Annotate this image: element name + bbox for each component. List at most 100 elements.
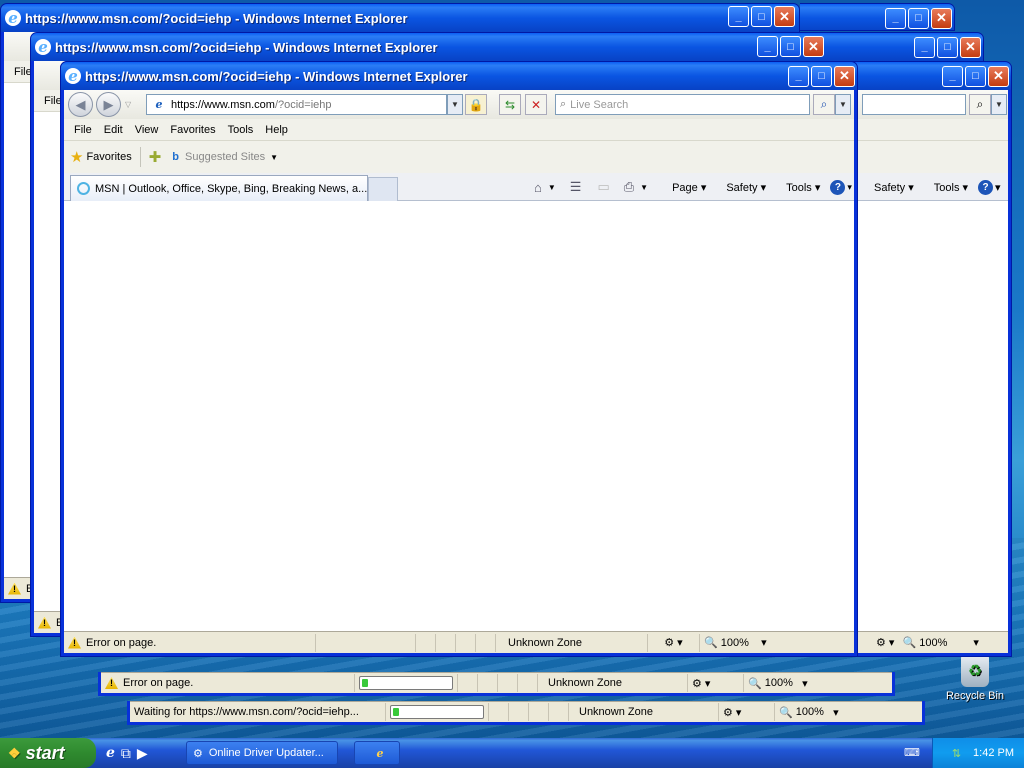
- minimize-button[interactable]: _: [942, 65, 963, 87]
- progress-bar: [359, 676, 453, 690]
- stop-button[interactable]: ✕: [525, 94, 547, 115]
- progress-fill: [362, 679, 368, 687]
- desktop-quicklaunch-icon[interactable]: ⧉: [121, 745, 131, 762]
- maximize-button[interactable]: □: [811, 65, 832, 87]
- suggested-sites-dropdown[interactable]: ▼: [270, 153, 278, 162]
- protected-mode-icon[interactable]: ⚙ ▾: [876, 636, 894, 649]
- new-tab-button[interactable]: [368, 177, 398, 201]
- help-icon[interactable]: ?: [978, 179, 994, 195]
- protected-mode-icon[interactable]: ⚙ ▾: [688, 674, 744, 692]
- address-dropdown[interactable]: ▼: [447, 94, 463, 115]
- loading-icon: [77, 182, 90, 195]
- maximize-button[interactable]: □: [965, 65, 986, 87]
- help-dropdown[interactable]: ▾: [847, 182, 852, 193]
- security-lock-icon[interactable]: 🔒: [465, 94, 487, 115]
- media-player-icon[interactable]: ▶: [137, 745, 148, 762]
- maximize-button[interactable]: □: [780, 36, 801, 57]
- close-button[interactable]: ✕: [960, 36, 981, 58]
- address-bar[interactable]: e https://www.msn.com/?ocid=iehp: [146, 94, 447, 115]
- print-icon[interactable]: ⎙: [624, 179, 634, 195]
- taskbar-task-ie-group[interactable]: e: [354, 741, 400, 765]
- zone-label: Unknown Zone: [496, 633, 648, 652]
- warning-icon[interactable]: !: [8, 582, 21, 595]
- start-button[interactable]: ❖ start: [0, 738, 96, 768]
- maximize-button[interactable]: □: [751, 6, 772, 27]
- zoom-control[interactable]: 🔍 100% ▾: [700, 634, 784, 652]
- recent-pages-dropdown[interactable]: ▽: [125, 100, 131, 109]
- protected-mode-icon[interactable]: ⚙ ▾: [648, 633, 700, 652]
- minimize-button[interactable]: _: [757, 36, 778, 57]
- window-client: ◀ ▶ ▽ e https://www.msn.com/?ocid=iehp ▼…: [64, 90, 854, 653]
- status-text: Error on page.: [86, 636, 157, 649]
- print-dropdown[interactable]: ▼: [640, 183, 648, 192]
- tab-msn[interactable]: MSN | Outlook, Office, Skype, Bing, Brea…: [70, 175, 368, 201]
- close-button[interactable]: ✕: [803, 36, 824, 57]
- menu-edit[interactable]: Edit: [98, 124, 129, 136]
- feeds-icon[interactable]: ☰: [570, 179, 582, 195]
- ie-quicklaunch-icon[interactable]: e: [106, 745, 115, 761]
- maximize-button[interactable]: □: [937, 36, 958, 58]
- clock[interactable]: 1:42 PM: [973, 747, 1014, 759]
- search-options-dropdown[interactable]: ▼: [835, 94, 851, 115]
- tools-menu[interactable]: Tools ▾: [776, 181, 820, 194]
- search-button[interactable]: ⌕: [813, 94, 835, 115]
- menu-view[interactable]: View: [129, 124, 165, 136]
- close-button[interactable]: ✕: [988, 65, 1009, 87]
- search-button[interactable]: ⌕: [969, 94, 991, 115]
- back-button[interactable]: ◀: [68, 92, 93, 117]
- minimize-button[interactable]: _: [728, 6, 749, 27]
- search-input-back[interactable]: [862, 94, 966, 115]
- title-bar[interactable]: e https://www.msn.com/?ocid=iehp - Windo…: [61, 62, 857, 90]
- menu-file[interactable]: File: [68, 124, 98, 136]
- minimize-button[interactable]: _: [885, 7, 906, 29]
- help-icon[interactable]: ?: [830, 179, 846, 195]
- forward-arrow-icon: ▶: [103, 96, 114, 112]
- close-button[interactable]: ✕: [834, 65, 855, 87]
- close-button[interactable]: ✕: [774, 6, 795, 27]
- maximize-button[interactable]: □: [908, 7, 929, 29]
- address-host: www.msn.com: [204, 98, 275, 111]
- warning-icon[interactable]: !: [38, 616, 51, 629]
- keyboard-icon[interactable]: ⌨: [904, 746, 920, 759]
- minimize-button[interactable]: _: [914, 36, 935, 58]
- taskbar: ❖ start e ⧉ ▶ ⚙ Online Driver Updater...…: [0, 738, 1024, 768]
- title-bar[interactable]: e https://www.msn.com/?ocid=iehp - Windo…: [31, 33, 983, 61]
- home-dropdown[interactable]: ▼: [548, 183, 556, 192]
- safety-menu[interactable]: Safety ▾: [716, 181, 766, 194]
- tools-menu[interactable]: Tools ▾: [924, 181, 968, 194]
- safety-menu[interactable]: Safety ▾: [864, 181, 914, 194]
- address-scheme: https://: [171, 98, 205, 111]
- search-input[interactable]: ⌕ Live Search: [555, 94, 810, 115]
- zone-label: Unknown Zone: [569, 703, 719, 721]
- zoom-control[interactable]: 🔍 100%: [902, 636, 947, 649]
- network-icon[interactable]: ⇅: [952, 747, 961, 760]
- home-icon[interactable]: ⌂: [534, 180, 542, 195]
- page-menu[interactable]: Page ▾: [662, 181, 706, 194]
- forward-button[interactable]: ▶: [96, 92, 121, 117]
- minimize-button[interactable]: _: [788, 65, 809, 87]
- favorites-button[interactable]: Favorites: [86, 151, 131, 163]
- tab-bar: MSN | Outlook, Office, Skype, Bing, Brea…: [64, 173, 854, 201]
- warning-icon[interactable]: !: [68, 636, 81, 649]
- close-button[interactable]: ✕: [931, 7, 952, 29]
- search-icon: ⌕: [560, 98, 567, 110]
- recycle-bin[interactable]: ♻ Recycle Bin: [940, 655, 1010, 702]
- zoom-control[interactable]: 🔍 100% ▾: [775, 703, 857, 721]
- title-bar[interactable]: e https://www.msn.com/?ocid=iehp - Windo…: [1, 4, 799, 32]
- refresh-button[interactable]: ⇆: [499, 94, 521, 115]
- menu-help[interactable]: Help: [259, 124, 294, 136]
- zoom-control[interactable]: 🔍 100% ▾: [744, 674, 826, 692]
- page-content[interactable]: [64, 202, 854, 631]
- add-favorites-icon[interactable]: ✚: [149, 148, 162, 166]
- ie-group-icon: e: [376, 746, 384, 760]
- ie-window-front[interactable]: e https://www.msn.com/?ocid=iehp - Windo…: [60, 61, 858, 657]
- zoom-dropdown[interactable]: ▾: [973, 636, 979, 649]
- menu-tools[interactable]: Tools: [222, 124, 260, 136]
- search-options-dropdown[interactable]: ▼: [991, 94, 1007, 115]
- warning-icon[interactable]: !: [105, 677, 118, 689]
- window-status-strip-3: Waiting for https://www.msn.com/?ocid=ie…: [127, 701, 925, 725]
- protected-mode-icon[interactable]: ⚙ ▾: [719, 703, 775, 721]
- taskbar-task-driver-updater[interactable]: ⚙ Online Driver Updater...: [186, 741, 338, 765]
- suggested-sites-button[interactable]: Suggested Sites: [185, 151, 265, 163]
- menu-favorites[interactable]: Favorites: [164, 124, 221, 136]
